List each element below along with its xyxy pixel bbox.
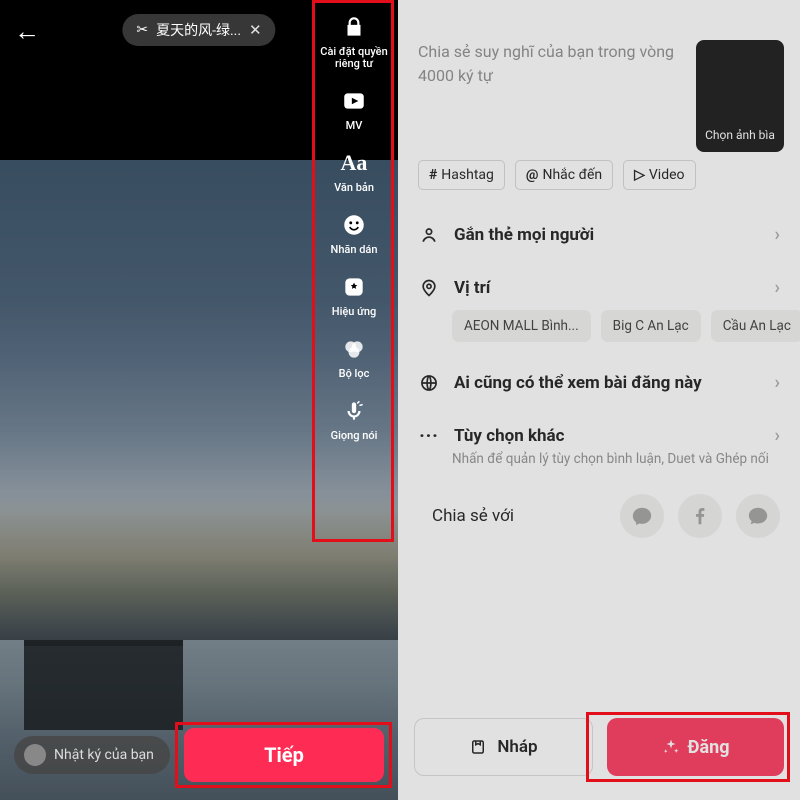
chevron-right-icon: › <box>775 224 780 245</box>
filter-icon <box>339 334 369 364</box>
music-selector[interactable]: ✂ 夏天的风-绿... ✕ <box>122 14 275 46</box>
share-label: Chia sẻ với <box>432 506 514 526</box>
music-title: 夏天的风-绿... <box>156 20 241 40</box>
location-chip[interactable]: AEON MALL Bình... <box>452 310 591 342</box>
draft-button[interactable]: Nháp <box>414 718 593 776</box>
location-chip[interactable]: Big C An Lạc <box>601 310 701 342</box>
share-facebook[interactable] <box>678 494 722 538</box>
editor-bottom-bar: Nhật ký của bạn Tiếp <box>0 728 398 782</box>
tool-text[interactable]: Aa Văn bản <box>334 148 374 194</box>
avatar-icon <box>24 744 46 766</box>
share-message[interactable] <box>736 494 780 538</box>
video-chip[interactable]: ▷Video <box>623 160 695 190</box>
post-button[interactable]: Đăng <box>607 718 784 776</box>
chevron-right-icon: › <box>775 372 780 393</box>
diary-label: Nhật ký của bạn <box>54 747 154 763</box>
location-icon <box>418 278 440 298</box>
mention-chip[interactable]: @Nhắc đến <box>515 160 613 190</box>
tool-privacy[interactable]: Cài đặt quyền riêng tư <box>318 12 390 70</box>
mv-icon <box>339 86 369 116</box>
more-icon: ··· <box>418 426 440 446</box>
location-suggestions: AEON MALL Bình... Big C An Lạc Cầu An Lạ… <box>398 306 800 356</box>
location-chip[interactable]: Cầu An Lạc <box>711 310 800 342</box>
tool-voice[interactable]: Giọng nói <box>331 396 378 442</box>
share-messenger[interactable] <box>620 494 664 538</box>
privacy-row[interactable]: Ai cũng có thể xem bài đăng này › <box>398 356 800 409</box>
scissors-icon: ✂ <box>136 22 148 38</box>
caption-chip-row: #Hashtag @Nhắc đến ▷Video <box>398 160 800 208</box>
globe-icon <box>418 373 440 393</box>
hashtag-chip[interactable]: #Hashtag <box>418 160 505 190</box>
your-diary-button[interactable]: Nhật ký của bạn <box>14 736 170 774</box>
chevron-right-icon: › <box>775 425 780 446</box>
spark-icon <box>662 738 680 756</box>
text-icon: Aa <box>339 148 369 178</box>
sticker-icon <box>339 210 369 240</box>
tool-sticker[interactable]: Nhãn dán <box>331 210 378 256</box>
share-row: Chia sẻ với <box>398 480 800 552</box>
publish-screen: Chia sẻ suy nghĩ của bạn trong vòng 4000… <box>398 0 800 800</box>
next-button[interactable]: Tiếp <box>184 728 384 782</box>
remove-music-icon[interactable]: ✕ <box>249 21 262 39</box>
effect-icon <box>339 272 369 302</box>
voice-icon <box>339 396 369 426</box>
tool-filter[interactable]: Bộ lọc <box>339 334 370 380</box>
draft-icon <box>469 738 487 756</box>
editor-toolbar: Cài đặt quyền riêng tư MV Aa Văn bản Nhã… <box>318 6 390 456</box>
editor-screen: ← ✂ 夏天的风-绿... ✕ Cài đặt quyền riêng tư M… <box>0 0 398 800</box>
chevron-right-icon: › <box>775 277 780 298</box>
publish-bottom-bar: Nháp Đăng <box>398 700 800 800</box>
tag-people-row[interactable]: Gắn thẻ mọi người › <box>398 208 800 261</box>
other-options-subtitle: Nhấn để quản lý tùy chọn bình luận, Duet… <box>398 450 800 480</box>
back-button[interactable]: ← <box>14 16 40 47</box>
other-options-row[interactable]: ··· Tùy chọn khác › <box>398 409 800 450</box>
caption-input[interactable]: Chia sẻ suy nghĩ của bạn trong vòng 4000… <box>418 40 686 88</box>
person-icon <box>418 225 440 245</box>
tool-mv[interactable]: MV <box>339 86 369 132</box>
tool-effect[interactable]: Hiệu ứng <box>332 272 376 318</box>
preview-foreground <box>24 640 183 730</box>
back-arrow-icon: ← <box>14 17 40 47</box>
lock-icon <box>339 12 369 42</box>
choose-cover-button[interactable]: Chọn ảnh bìa <box>696 40 784 152</box>
location-row[interactable]: Vị trí › <box>398 261 800 306</box>
